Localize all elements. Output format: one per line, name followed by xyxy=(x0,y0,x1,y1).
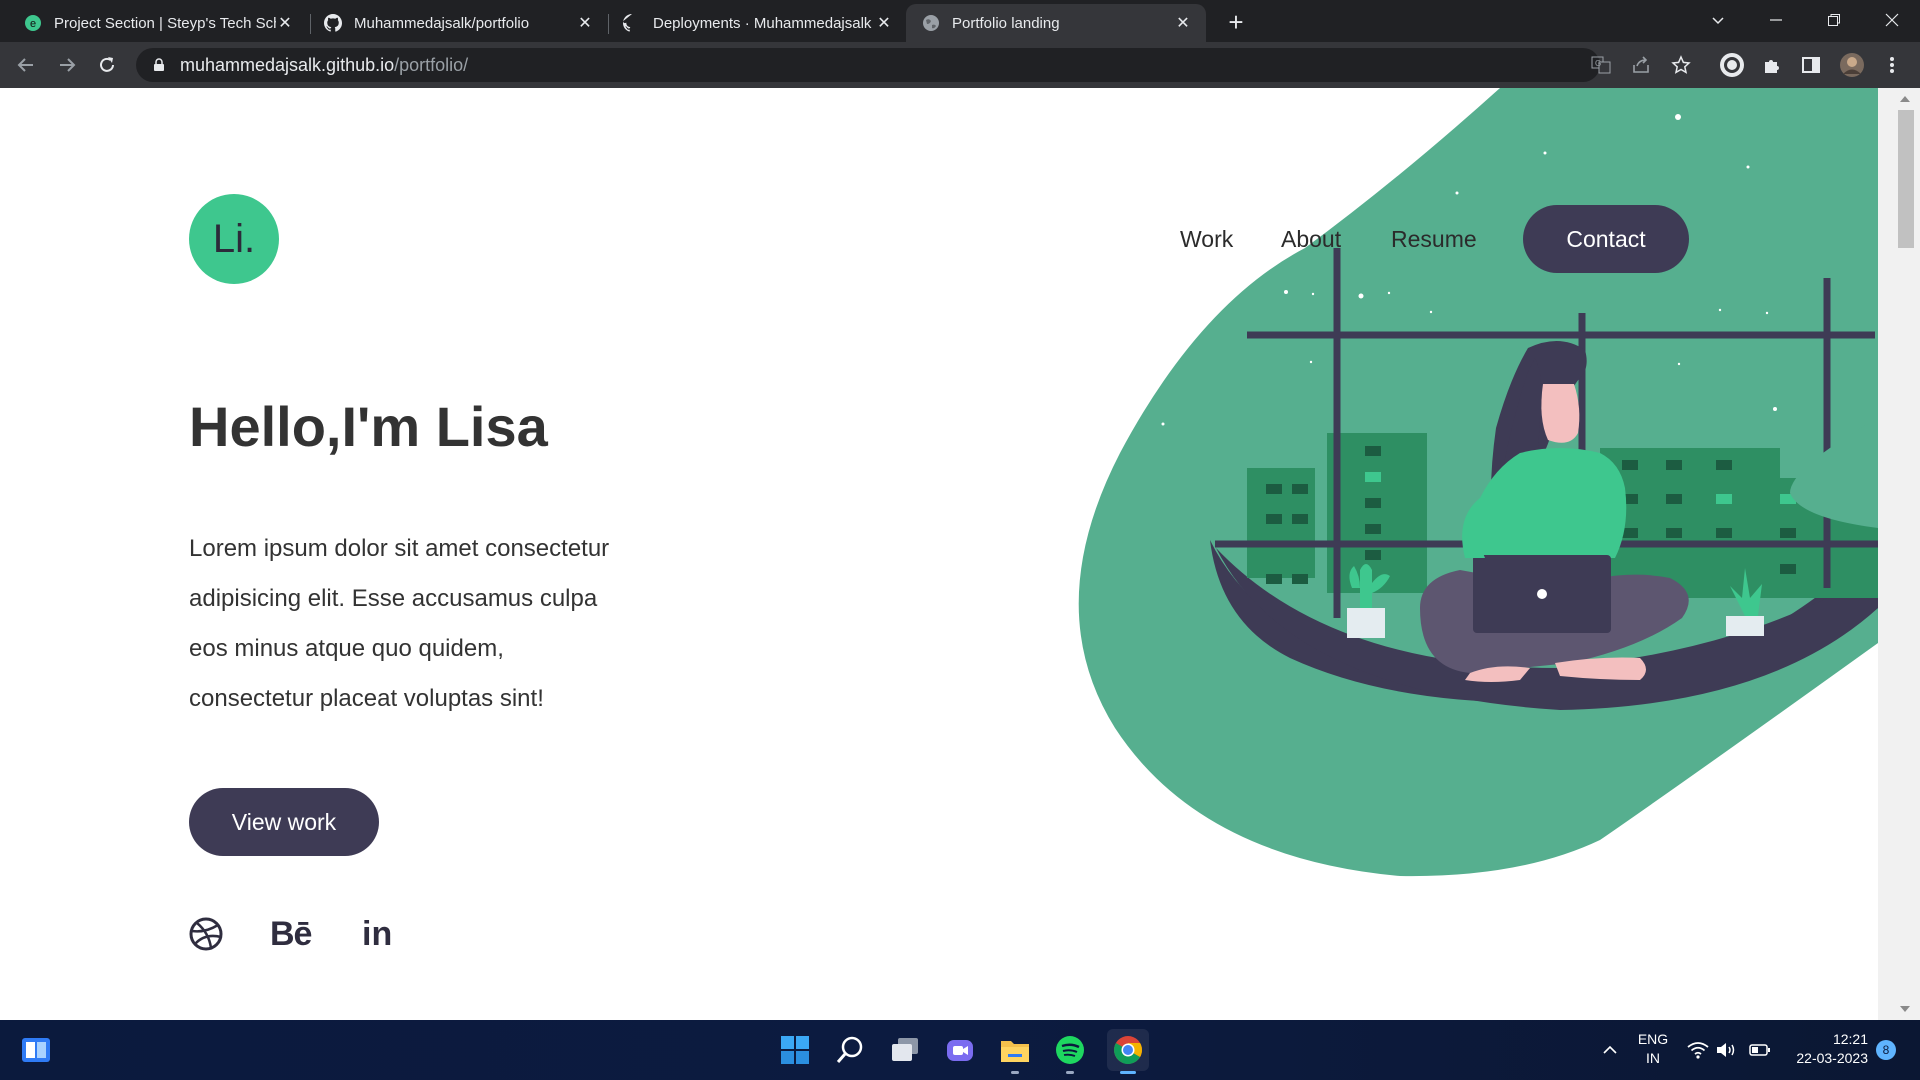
lock-icon xyxy=(154,58,164,71)
linkedin-icon[interactable]: in xyxy=(362,914,392,954)
building xyxy=(1327,433,1427,593)
scroll-up-arrow-icon[interactable] xyxy=(1900,96,1910,102)
tab-portfolio-landing[interactable]: Portfolio landing ✕ xyxy=(906,4,1206,42)
bookmark-star-icon[interactable] xyxy=(1667,51,1695,79)
search-icon[interactable] xyxy=(832,1032,868,1068)
start-icon[interactable] xyxy=(777,1032,813,1068)
spotify-icon[interactable] xyxy=(1052,1032,1088,1074)
tab-title: Deployments · Muhammedajsalk xyxy=(653,14,872,32)
close-icon[interactable]: ✕ xyxy=(576,14,594,32)
close-icon[interactable]: ✕ xyxy=(875,14,893,32)
behance-icon[interactable]: Bē xyxy=(270,914,312,954)
tab-title: Portfolio landing xyxy=(952,14,1060,32)
minimize-button[interactable] xyxy=(1748,0,1804,40)
side-panel-icon[interactable] xyxy=(1797,51,1825,79)
chrome-icon[interactable] xyxy=(1107,1029,1149,1074)
tab-title: Muhammedajsalk/portfolio xyxy=(354,14,530,32)
menu-kebab-icon[interactable] xyxy=(1878,51,1906,79)
nav-link-work[interactable]: Work xyxy=(1180,226,1233,253)
brand-logo[interactable]: Li. xyxy=(189,194,279,284)
dribbble-icon[interactable] xyxy=(189,914,223,954)
new-tab-button[interactable]: + xyxy=(1222,7,1250,37)
translate-icon[interactable]: G xyxy=(1587,51,1615,79)
github-icon xyxy=(324,14,342,32)
plant-pot xyxy=(1726,616,1764,636)
active-indicator xyxy=(1120,1071,1136,1074)
nav-link-about[interactable]: About xyxy=(1281,226,1341,253)
intro-line: consectetur placeat voluptas sint! xyxy=(189,685,544,712)
restore-button[interactable] xyxy=(1806,0,1862,40)
extensions-puzzle-icon[interactable] xyxy=(1758,51,1786,79)
windows-taskbar: ENG IN 12:21 22-03-2023 xyxy=(0,1020,1920,1080)
view-work-button[interactable]: View work xyxy=(189,788,379,856)
page-viewport: Li. Work About Resume Contact Hello,I'm … xyxy=(0,88,1878,1020)
laptop-logo xyxy=(1537,589,1547,599)
hero-intro: Lorem ipsum dolor sit amet consectetur a… xyxy=(189,524,669,724)
close-icon[interactable]: ✕ xyxy=(1174,14,1192,32)
tab-steyp[interactable]: e Project Section | Steyp's Tech Sch ✕ xyxy=(8,4,308,42)
scrollbar-thumb[interactable] xyxy=(1898,110,1914,248)
scroll-down-arrow-icon[interactable] xyxy=(1900,1006,1910,1012)
reload-button[interactable] xyxy=(91,49,123,81)
clock[interactable]: 12:21 22-03-2023 xyxy=(1780,1030,1868,1068)
url-text[interactable]: muhammedajsalk.github.io/portfolio/ xyxy=(180,55,468,76)
widgets-icon[interactable] xyxy=(18,1032,54,1068)
nav-link-resume[interactable]: Resume xyxy=(1391,226,1477,253)
svg-text:G: G xyxy=(1595,59,1601,68)
battery-icon[interactable] xyxy=(1742,1032,1778,1068)
intro-line: eos minus atque quo quidem, xyxy=(189,635,504,662)
forward-button[interactable] xyxy=(51,49,83,81)
globe-icon xyxy=(922,14,940,32)
back-button[interactable] xyxy=(10,49,42,81)
chevron-up-icon[interactable] xyxy=(1592,1032,1628,1068)
task-view-icon[interactable] xyxy=(887,1032,923,1068)
extension-circle-icon[interactable] xyxy=(1718,51,1746,79)
close-icon[interactable]: ✕ xyxy=(276,14,294,32)
page-scrollbar[interactable] xyxy=(1878,88,1920,1020)
tab-github-deployments[interactable]: Deployments · Muhammedajsalk ✕ xyxy=(607,4,907,42)
address-bar[interactable]: muhammedajsalk.github.io/portfolio/ xyxy=(136,48,1600,82)
tab-github-portfolio[interactable]: Muhammedajsalk/portfolio ✕ xyxy=(308,4,608,42)
language-indicator[interactable]: ENG IN xyxy=(1628,1030,1678,1068)
svg-text:e: e xyxy=(30,18,36,30)
close-window-button[interactable] xyxy=(1864,0,1920,40)
volume-icon[interactable] xyxy=(1708,1032,1744,1068)
woman-face xyxy=(1541,384,1580,443)
contact-button[interactable]: Contact xyxy=(1523,205,1689,273)
steyp-favicon: e xyxy=(24,14,42,32)
file-explorer-icon[interactable] xyxy=(997,1032,1033,1074)
tab-search-icon[interactable] xyxy=(1690,0,1746,40)
plant-pot xyxy=(1347,608,1385,638)
tab-title: Project Section | Steyp's Tech Sch xyxy=(54,14,276,32)
intro-line: Lorem ipsum dolor sit amet consectetur xyxy=(189,535,610,562)
browser-toolbar: muhammedajsalk.github.io/portfolio/ G xyxy=(0,42,1920,88)
intro-line: adipisicing elit. Esse accusamus culpa xyxy=(189,585,598,612)
github-icon xyxy=(623,14,641,32)
hero-heading: Hello,I'm Lisa xyxy=(189,395,548,458)
running-indicator xyxy=(1011,1071,1019,1074)
running-indicator xyxy=(1066,1071,1074,1074)
profile-avatar[interactable] xyxy=(1838,51,1866,79)
notification-badge[interactable]: 8 xyxy=(1876,1040,1896,1060)
teams-chat-icon[interactable] xyxy=(942,1032,978,1068)
share-icon[interactable] xyxy=(1627,51,1655,79)
tab-strip: e Project Section | Steyp's Tech Sch ✕ M… xyxy=(0,0,1920,42)
